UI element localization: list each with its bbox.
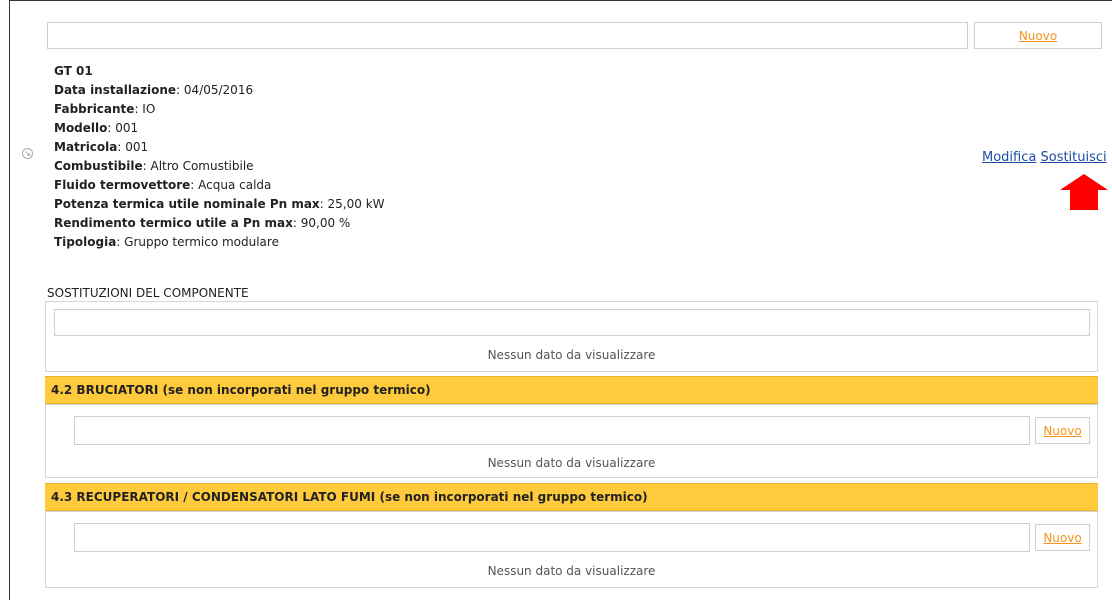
- field-installation-date: Data installazione: 04/05/2016: [54, 83, 254, 97]
- burners-filter-row[interactable]: [74, 416, 1030, 445]
- recuperators-panel: Nuovo Nessun dato da visualizzare: [45, 511, 1098, 588]
- window-border-left: [9, 0, 10, 600]
- field-type: Tipologia: Gruppo termico modulare: [54, 235, 279, 249]
- field-serial: Matricola: 001: [54, 140, 149, 154]
- component-actions: Modifica Sostituisci: [982, 150, 1107, 165]
- replacements-empty-message: Nessun dato da visualizzare: [487, 348, 656, 362]
- top-new-link[interactable]: Nuovo: [1019, 29, 1057, 43]
- section-header-recuperators: 4.3 RECUPERATORI / CONDENSATORI LATO FUM…: [45, 483, 1098, 511]
- replacements-filter-row[interactable]: [54, 309, 1090, 336]
- field-heat-carrier: Fluido termovettore: Acqua calda: [54, 178, 272, 192]
- component-details: GT 01 Data installazione: 04/05/2016 Fab…: [54, 62, 385, 252]
- annotation-arrow-icon: [1060, 174, 1108, 210]
- section-header-burners: 4.2 BRUCIATORI (se non incorporati nel g…: [45, 376, 1098, 404]
- field-model: Modello: 001: [54, 121, 139, 135]
- replacements-panel: Nessun dato da visualizzare: [45, 301, 1098, 372]
- field-nominal-power: Potenza termica utile nominale Pn max: 2…: [54, 197, 385, 211]
- top-new-cell: Nuovo: [974, 22, 1102, 49]
- component-code: GT 01: [54, 64, 93, 78]
- burners-panel: Nuovo Nessun dato da visualizzare: [45, 404, 1098, 478]
- expand-row-icon[interactable]: ↘: [22, 148, 33, 159]
- replace-link[interactable]: Sostituisci: [1040, 150, 1106, 165]
- field-manufacturer: Fabbricante: IO: [54, 102, 156, 116]
- top-filter-row[interactable]: [47, 22, 968, 49]
- replacements-label: SOSTITUZIONI DEL COMPONENTE: [47, 286, 249, 300]
- recuperators-new-cell: Nuovo: [1035, 524, 1090, 551]
- field-efficiency: Rendimento termico utile a Pn max: 90,00…: [54, 216, 351, 230]
- burners-new-link[interactable]: Nuovo: [1043, 424, 1081, 438]
- recuperators-empty-message: Nessun dato da visualizzare: [487, 564, 656, 578]
- recuperators-new-link[interactable]: Nuovo: [1043, 531, 1081, 545]
- field-fuel: Combustibile: Altro Comustibile: [54, 159, 254, 173]
- burners-empty-message: Nessun dato da visualizzare: [487, 456, 656, 470]
- window-border-top: [9, 0, 1112, 1]
- edit-link[interactable]: Modifica: [982, 150, 1036, 165]
- burners-new-cell: Nuovo: [1035, 417, 1090, 444]
- recuperators-filter-row[interactable]: [74, 523, 1030, 552]
